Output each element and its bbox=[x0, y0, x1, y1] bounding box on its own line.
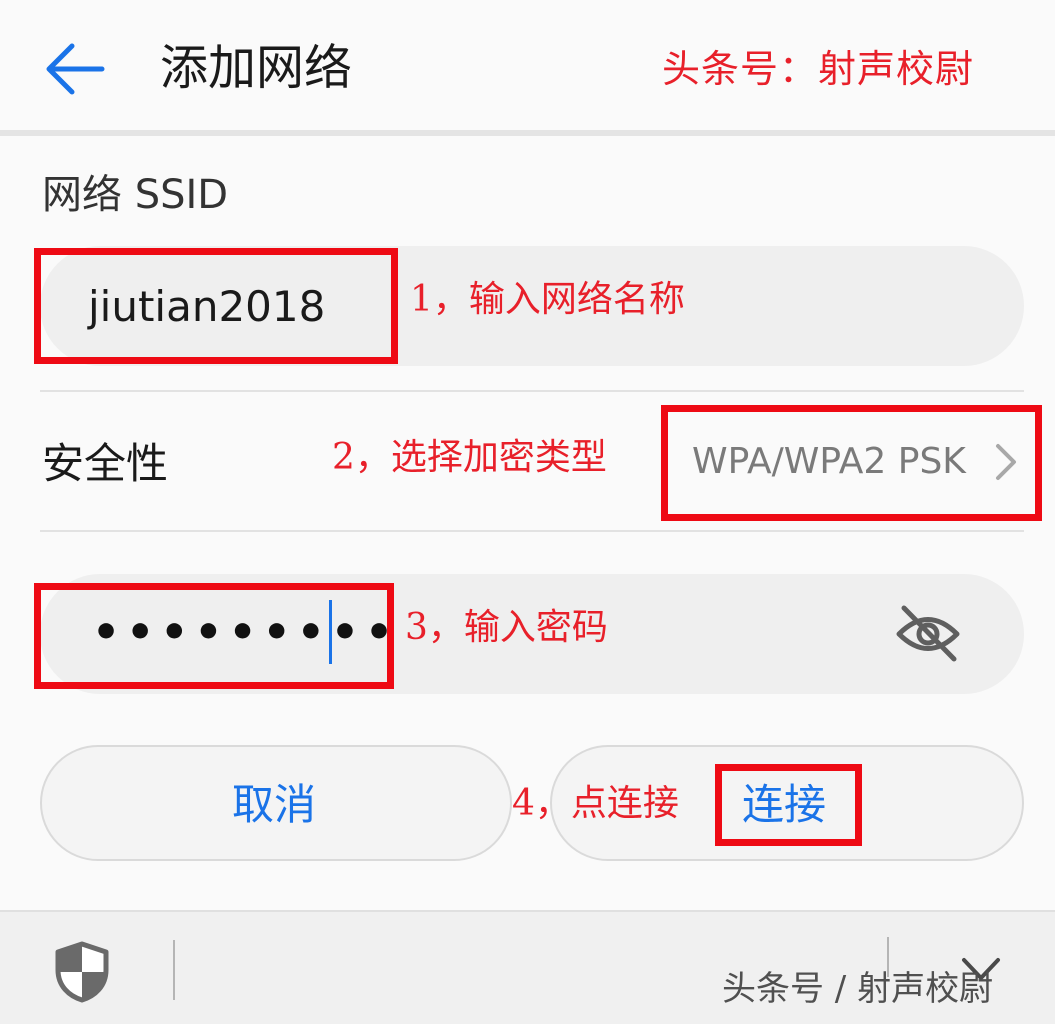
header-divider bbox=[0, 130, 1055, 136]
password-visibility-toggle[interactable] bbox=[893, 603, 963, 665]
arrow-left-icon bbox=[46, 43, 105, 95]
highlight-box-security bbox=[661, 405, 1042, 521]
highlight-box-password bbox=[34, 583, 394, 689]
annotation-step-3: 3，输入密码 bbox=[405, 607, 608, 648]
divider bbox=[40, 530, 1024, 532]
page-title: 添加网络 bbox=[160, 40, 353, 96]
eye-off-icon bbox=[896, 605, 960, 662]
cancel-button-label: 取消 bbox=[232, 780, 317, 829]
annotation-step-4: 4，点连接 bbox=[512, 783, 679, 824]
ssid-label: 网络 SSID bbox=[42, 172, 229, 218]
divider bbox=[40, 390, 1024, 392]
annotation-step-1: 1，输入网络名称 bbox=[410, 279, 685, 320]
highlight-box-ssid bbox=[34, 248, 398, 364]
security-label: 安全性 bbox=[42, 439, 169, 488]
highlight-box-connect bbox=[715, 764, 862, 846]
toolbar-separator bbox=[173, 940, 175, 1000]
annotation-step-2: 2，选择加密类型 bbox=[332, 437, 607, 478]
shield-icon[interactable] bbox=[52, 940, 112, 1004]
back-button[interactable] bbox=[40, 34, 110, 104]
watermark-top: 头条号：射声校尉 bbox=[662, 47, 975, 91]
watermark-bottom: 头条号 / 射声校尉 bbox=[722, 969, 994, 1009]
